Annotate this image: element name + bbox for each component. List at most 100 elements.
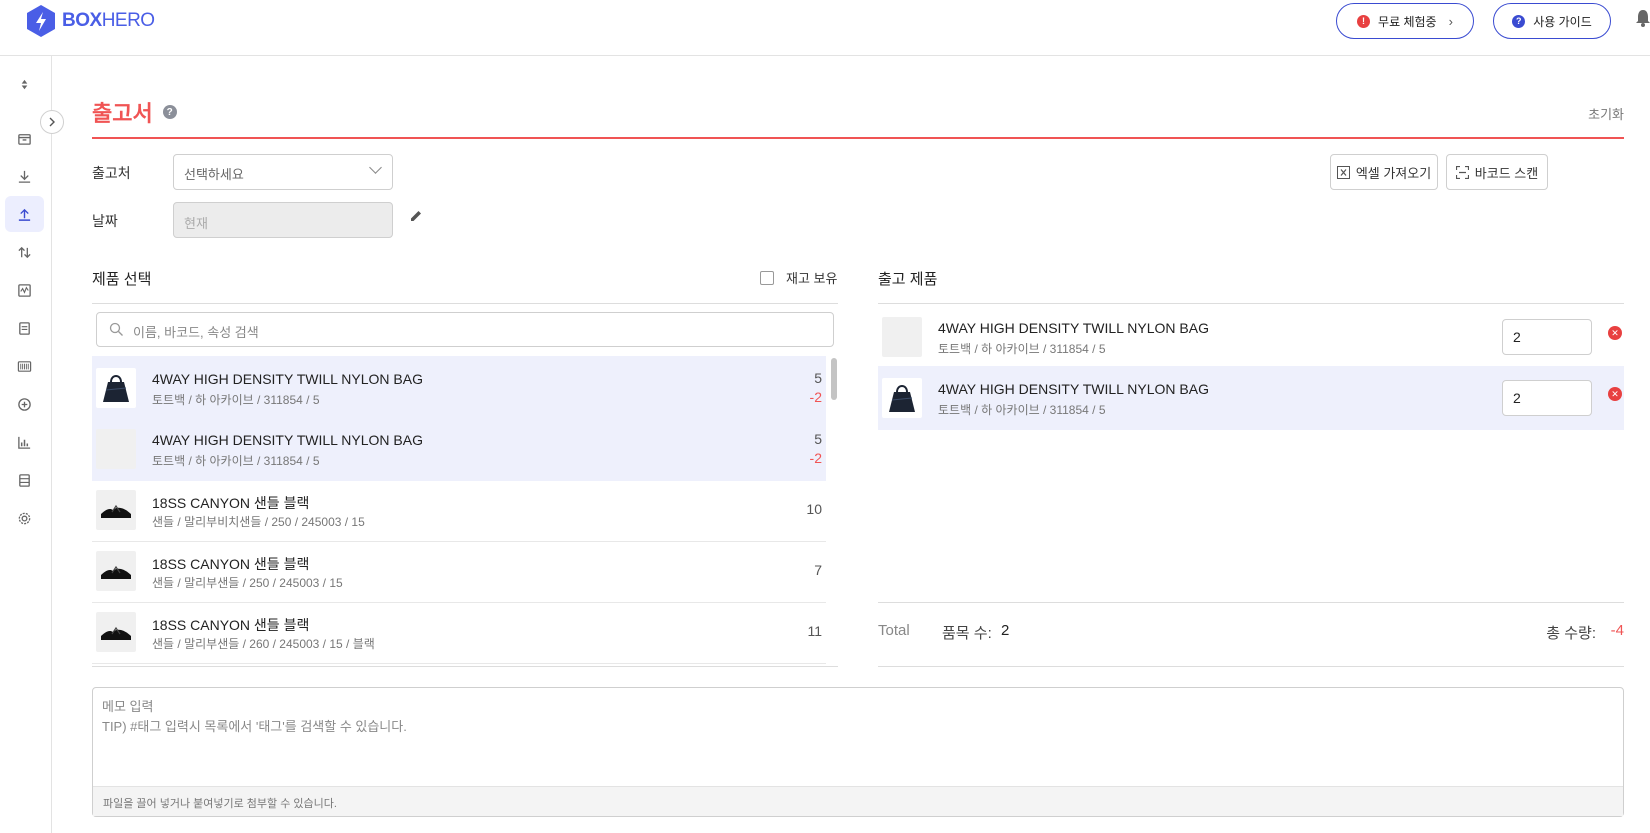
total-label: Total [878, 622, 910, 639]
checkbox-icon [760, 270, 774, 285]
top-bar: BOXHERO ! 무료 체험중 › ? 사용 가이드 [0, 0, 1650, 56]
page-title: 출고서 ? [92, 96, 177, 128]
sandal-image [101, 504, 131, 518]
user-guide-label: 사용 가이드 [1533, 14, 1592, 29]
product-thumbnail [96, 368, 136, 408]
item-count-label: 품목 수: [942, 625, 992, 642]
user-guide-button[interactable]: ? 사용 가이드 [1493, 3, 1611, 39]
notification-bell-icon[interactable] [1636, 8, 1650, 28]
transfer-icon [18, 246, 31, 258]
product-search-input[interactable]: 이름, 바코드, 속성 검색 [96, 312, 834, 347]
product-list-scrollbar[interactable] [831, 358, 837, 400]
in-stock-checkbox[interactable]: 재고 보유 [760, 268, 837, 287]
list-item[interactable]: 4WAY HIGH DENSITY TWILL NYLON BAG 토트백 / … [92, 356, 826, 420]
chevron-right-icon [49, 117, 55, 127]
sidebar-item-adjust[interactable] [5, 272, 44, 308]
product-select-title: 제품 선택 [92, 271, 152, 288]
sidebar-item-data[interactable] [5, 462, 44, 498]
pencil-icon[interactable] [408, 208, 424, 224]
sidebar-toggle-button[interactable] [40, 110, 64, 134]
barcode-scan-button[interactable]: 바코드 스캔 [1446, 154, 1548, 190]
product-delta: -2 [809, 450, 822, 466]
product-name: 18SS CANYON 샌들 블랙 [152, 495, 310, 511]
help-icon[interactable]: ? [162, 105, 177, 119]
sidebar-item-documents[interactable] [5, 310, 44, 346]
remove-icon[interactable]: ✕ [1608, 326, 1622, 340]
remove-icon[interactable]: ✕ [1608, 387, 1622, 401]
item-count-value: 2 [1001, 622, 1010, 639]
excel-icon [1336, 165, 1350, 179]
quantity-input[interactable]: 2 [1502, 319, 1592, 355]
divider [878, 602, 1624, 603]
sidebar-item-products[interactable] [5, 120, 44, 156]
product-meta: 샌들 / 말리부샌들 / 250 / 245003 / 15 [152, 576, 343, 590]
sidebar-item-transfer[interactable] [5, 234, 44, 270]
destination-select-value: 선택하세요 [184, 167, 244, 182]
date-field-value: 현재 [184, 216, 208, 231]
product-meta: 토트백 / 하 아카이브 / 311854 / 5 [938, 403, 1106, 417]
product-name: 4WAY HIGH DENSITY TWILL NYLON BAG [938, 320, 1209, 336]
divider [92, 666, 838, 667]
product-thumbnail [96, 612, 136, 652]
divider [92, 303, 838, 304]
quantity-input[interactable]: 2 [1502, 380, 1592, 416]
list-item[interactable]: 4WAY HIGH DENSITY TWILL NYLON BAG 토트백 / … [92, 417, 826, 481]
sidebar-item-sort[interactable] [5, 66, 44, 102]
list-item[interactable]: 18SS CANYON 샌들 블랙 샌들 / 말리부비치샌들 / 250 / 2… [92, 478, 826, 542]
memo-textarea[interactable]: 메모 입력 TIP) #태그 입력시 목록에서 '태그'를 검색할 수 있습니다… [92, 687, 1624, 817]
free-trial-button[interactable]: ! 무료 체험중 › [1336, 3, 1474, 39]
product-delta: -2 [809, 389, 822, 405]
memo-placeholder-line2: TIP) #태그 입력시 목록에서 '태그'를 검색할 수 있습니다. [102, 719, 407, 734]
date-label: 날짜 [92, 213, 118, 229]
sandal-image [101, 565, 131, 579]
sidebar-item-barcode[interactable] [5, 348, 44, 384]
sidebar-item-add[interactable] [5, 386, 44, 422]
sidebar-item-stock-out[interactable] [5, 196, 44, 232]
adjust-icon [18, 283, 31, 297]
product-name: 4WAY HIGH DENSITY TWILL NYLON BAG [152, 371, 423, 387]
product-meta: 샌들 / 말리부비치샌들 / 250 / 245003 / 15 [152, 515, 365, 529]
destination-select[interactable]: 선택하세요 [173, 154, 393, 190]
destination-label: 출고처 [92, 165, 131, 181]
product-stock: 5 [814, 370, 822, 386]
product-stock: 7 [814, 562, 822, 578]
stock-out-icon [18, 208, 31, 221]
box-icon [18, 133, 31, 145]
memo-placeholder-line1: 메모 입력 [102, 699, 154, 714]
brand-logo[interactable]: BOXHERO [26, 4, 155, 38]
sidebar-item-analytics[interactable] [5, 424, 44, 460]
page-title-text: 출고서 [92, 101, 153, 126]
product-meta: 토트백 / 하 아카이브 / 311854 / 5 [938, 342, 1106, 356]
brand-name: BOXHERO [62, 10, 155, 31]
database-icon [19, 473, 30, 487]
chevron-down-icon [369, 161, 382, 174]
list-item: 4WAY HIGH DENSITY TWILL NYLON BAG 토트백 / … [878, 366, 1624, 430]
attachment-dropzone[interactable]: 파일을 끌어 넣거나 붙여넣기로 첨부할 수 있습니다. [93, 786, 1623, 816]
product-meta: 샌들 / 말리부샌들 / 260 / 245003 / 15 / 블랙 [152, 637, 375, 651]
product-thumbnail [882, 378, 922, 418]
date-field[interactable]: 현재 [173, 202, 393, 238]
list-item[interactable]: 18SS CANYON 샌들 블랙 샌들 / 말리부샌들 / 250 / 245… [92, 539, 826, 603]
document-icon [19, 321, 30, 335]
in-stock-label: 재고 보유 [786, 271, 838, 286]
list-item: 4WAY HIGH DENSITY TWILL NYLON BAG 토트백 / … [878, 305, 1624, 369]
free-trial-label: 무료 체험중 [1378, 14, 1437, 29]
list-item[interactable]: 18SS CANYON 샌들 블랙 샌들 / 말리부샌들 / 260 / 245… [92, 600, 826, 664]
bag-image [103, 375, 129, 402]
product-stock: 11 [807, 623, 822, 639]
product-stock: 10 [806, 501, 822, 517]
excel-import-button[interactable]: 엑셀 가져오기 [1330, 154, 1438, 190]
totals-row: Total 품목 수: 2 총 수량: -4 [878, 612, 1624, 652]
product-thumbnail [96, 429, 136, 469]
excel-import-label: 엑셀 가져오기 [1355, 165, 1432, 181]
product-name: 18SS CANYON 샌들 블랙 [152, 617, 310, 633]
product-name: 4WAY HIGH DENSITY TWILL NYLON BAG [938, 381, 1209, 397]
product-thumbnail [96, 551, 136, 591]
add-circle-icon [18, 397, 31, 411]
product-stock: 5 [814, 431, 822, 447]
help-icon: ? [1512, 14, 1526, 28]
total-qty-label: 총 수량: [1546, 625, 1596, 642]
sidebar-item-settings[interactable] [5, 500, 44, 536]
reset-button[interactable]: 초기화 [1588, 104, 1624, 123]
sidebar-item-stock-in[interactable] [5, 158, 44, 194]
